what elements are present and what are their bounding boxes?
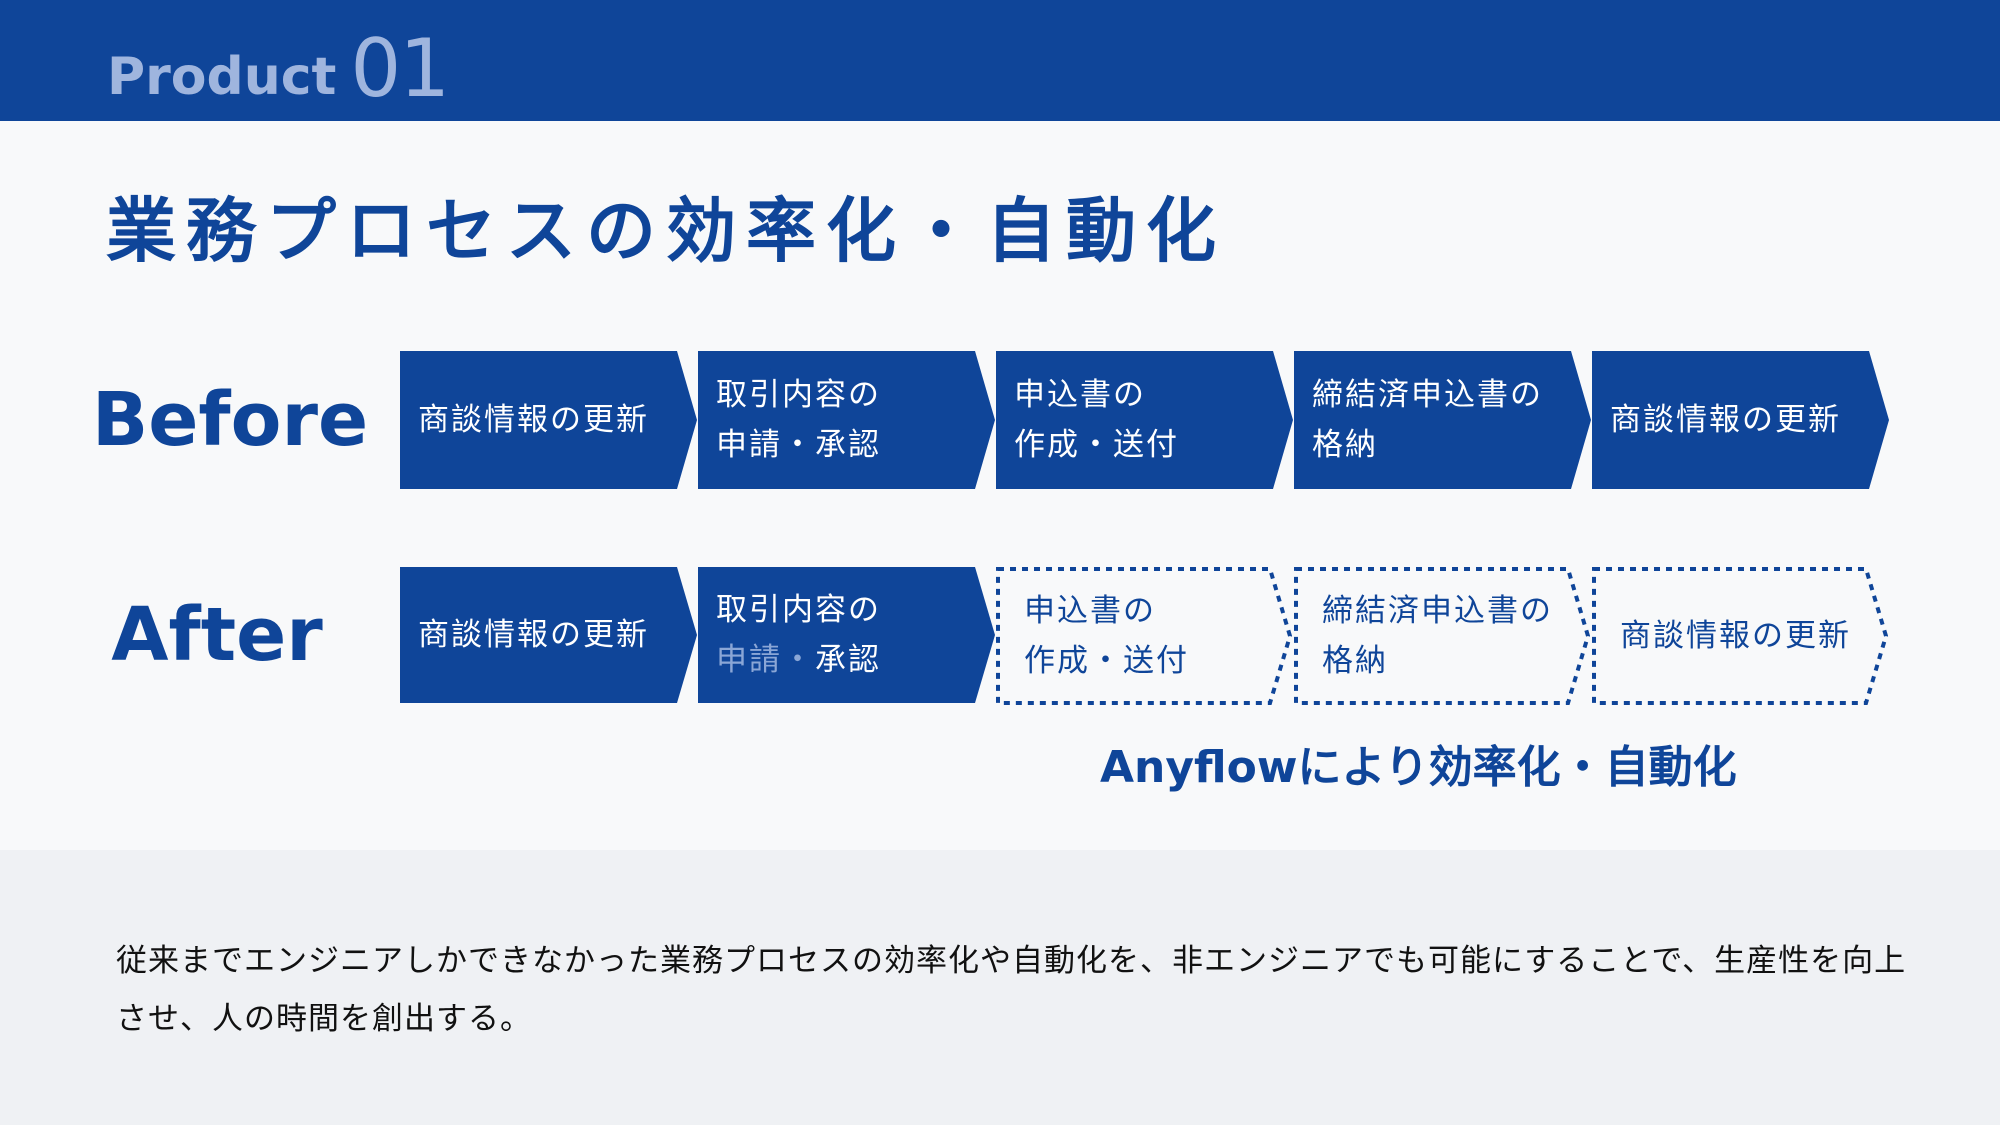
step-text-line-2: 作成・送付	[1024, 643, 1189, 679]
step-text-line-1: 締結済申込書の	[1322, 593, 1553, 629]
after-label: After	[111, 592, 323, 678]
section-header: Product 01	[0, 0, 2000, 121]
step-text-line-2: 申請・承認	[716, 427, 881, 463]
step-text: 商談情報の更新	[418, 617, 649, 653]
step-text-line-1: 取引内容の	[716, 592, 881, 628]
step-text-line-1: 締結済申込書の	[1312, 377, 1543, 413]
after-step-1: 商談情報の更新	[400, 567, 697, 705]
before-step-2: 取引内容の申請・承認	[698, 351, 995, 489]
step-text: 商談情報の更新	[1610, 402, 1841, 438]
step-text-line-2: 作成・送付	[1014, 427, 1179, 463]
description-panel: 従来までエンジニアしかできなかった業務プロセスの効率化や自動化を、非エンジニアで…	[0, 850, 2000, 1125]
step-text-line-2: 格納	[1312, 427, 1378, 463]
before-label: Before	[91, 377, 369, 463]
step-text-faded-part: 申請・	[716, 642, 815, 678]
step-text-remaining-part: 承認	[815, 642, 881, 678]
before-step-5: 商談情報の更新	[1592, 351, 1889, 489]
step-text-line-2: 格納	[1322, 643, 1388, 679]
before-step-4: 締結済申込書の 格納	[1294, 351, 1591, 489]
step-text-line-1: 申込書の	[1024, 593, 1156, 629]
step-text: 商談情報の更新	[1620, 618, 1851, 654]
after-step-2: 取引内容の 申請・承認	[698, 567, 995, 705]
description-text: 従来までエンジニアしかできなかった業務プロセスの効率化や自動化を、非エンジニアで…	[116, 943, 1907, 1037]
step-text-line-1: 申込書の	[1014, 377, 1146, 413]
after-step-4-automated: 締結済申込書の 格納	[1294, 567, 1593, 707]
automation-caption: Anyflowにより効率化・自動化	[1100, 742, 1737, 793]
step-text-line-1: 取引内容の	[716, 377, 881, 413]
after-step-3-automated: 申込書の 作成・送付	[996, 567, 1295, 707]
before-step-1: 商談情報の更新	[400, 351, 697, 489]
before-step-3: 申込書の 作成・送付	[996, 351, 1293, 489]
section-label: Product 01	[107, 22, 450, 115]
step-text: 商談情報の更新	[418, 402, 649, 438]
section-label-number: 01	[350, 22, 450, 115]
step-text-line-2: 申請・承認	[716, 635, 965, 685]
page-title: 業務プロセスの効率化・自動化	[106, 190, 1226, 272]
section-label-word: Product	[107, 47, 337, 107]
after-step-5-automated: 商談情報の更新	[1592, 567, 1891, 707]
